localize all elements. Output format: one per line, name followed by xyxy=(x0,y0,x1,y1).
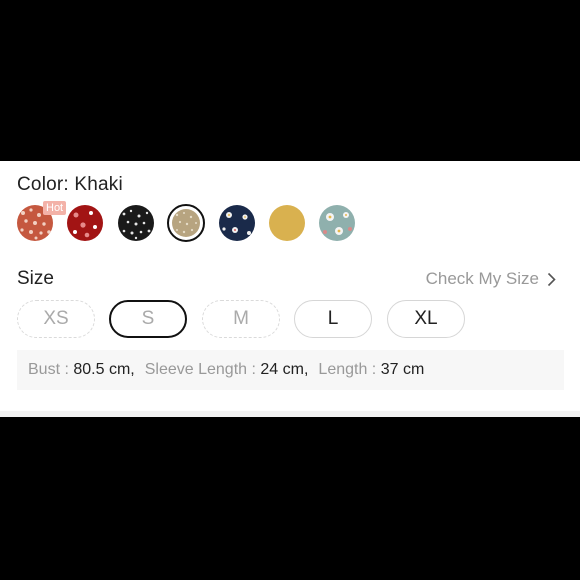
size-option-m[interactable]: M xyxy=(202,300,280,338)
swatch-sage-floral-pattern xyxy=(319,205,355,241)
swatch-mustard-fill xyxy=(269,205,305,241)
measure-value-sleeve-length: 24 cm xyxy=(260,361,304,378)
chevron-right-icon xyxy=(547,272,556,287)
swatch-mustard[interactable] xyxy=(269,205,305,241)
size-option-xl[interactable]: XL xyxy=(387,300,465,338)
color-swatch-list: Hot xyxy=(17,201,377,245)
measure-key-sleeve-length: Sleeve Length xyxy=(144,361,248,378)
swatch-burgundy-floral[interactable] xyxy=(67,205,103,241)
check-my-size-link[interactable]: Check My Size xyxy=(426,269,556,289)
panel-divider xyxy=(0,411,580,417)
hot-badge: Hot xyxy=(43,201,67,215)
swatch-navy-floral-pattern xyxy=(219,205,255,241)
swatch-navy-floral[interactable] xyxy=(219,205,255,241)
swatch-khaki-pattern xyxy=(172,209,200,237)
size-option-list: XS S M L XL xyxy=(17,300,477,340)
color-label: Color: Khaki xyxy=(17,174,123,195)
measure-comma: , xyxy=(303,361,309,378)
swatch-black-ditsy[interactable] xyxy=(118,205,154,241)
swatch-sage-floral[interactable] xyxy=(319,205,355,241)
size-measurements: Bust : 80.5 cm , Sleeve Length : 24 cm ,… xyxy=(17,350,564,390)
swatch-burgundy-floral-pattern xyxy=(67,205,103,241)
size-label: Size xyxy=(17,268,54,289)
size-option-l[interactable]: L xyxy=(294,300,372,338)
swatch-red-floral[interactable]: Hot xyxy=(17,201,67,241)
measure-colon: : xyxy=(60,361,74,378)
swatch-khaki[interactable] xyxy=(167,204,205,242)
measure-value-bust: 80.5 cm xyxy=(73,361,131,378)
size-option-s[interactable]: S xyxy=(109,300,187,338)
measure-key-length: Length xyxy=(318,361,368,378)
measure-key-bust: Bust xyxy=(28,361,61,378)
size-option-xs[interactable]: XS xyxy=(17,300,95,338)
swatch-black-ditsy-pattern xyxy=(118,205,154,241)
measure-colon: : xyxy=(247,361,261,378)
check-my-size-label: Check My Size xyxy=(425,269,539,288)
measure-value-length: 37 cm xyxy=(380,361,425,378)
measure-colon: : xyxy=(367,361,381,378)
product-option-panel: Color: Khaki Hot Size Check My Size XS S… xyxy=(0,161,580,417)
measure-comma: , xyxy=(130,361,135,378)
